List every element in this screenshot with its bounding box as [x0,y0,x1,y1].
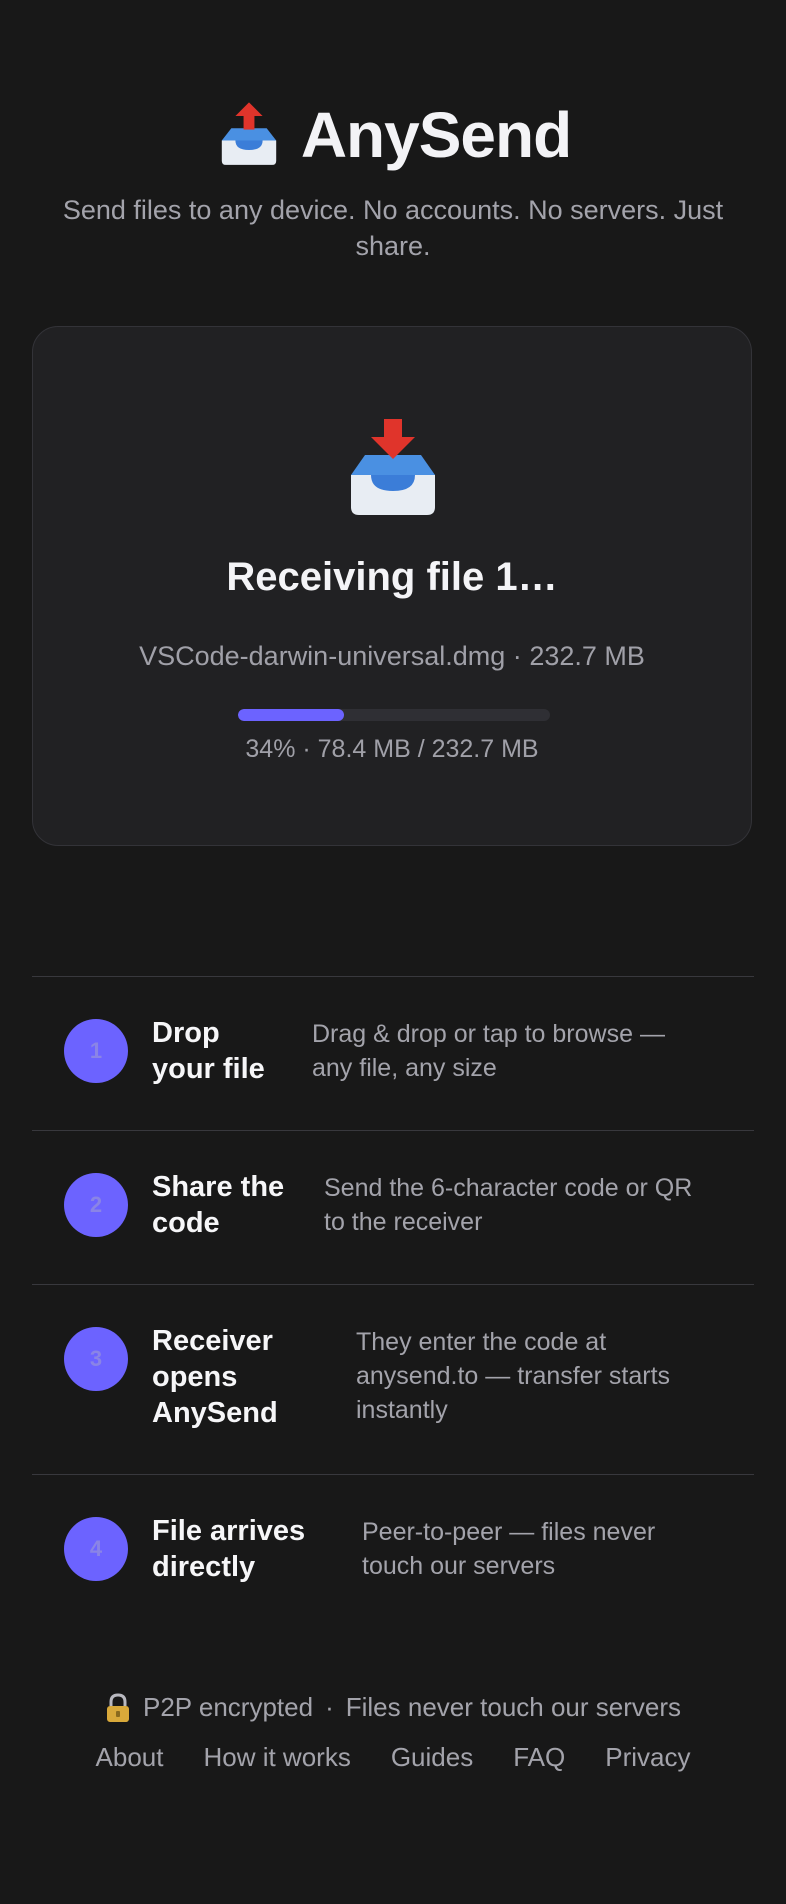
progress-bar [238,709,550,721]
footer-link-privacy[interactable]: Privacy [605,1742,690,1773]
step-receiver-opens: 3 Receiver opens AnySend They enter the … [32,1285,754,1475]
app-title: AnySend [300,99,572,171]
step-title-line: Receiver [152,1325,273,1357]
step-number: 4 [64,1517,128,1581]
separator: · [512,641,522,671]
transfer-card: Receiving file 1… VSCode-darwin-universa… [32,326,752,846]
how-it-works-steps: 1 Drop your file Drag & drop or tap to b… [32,976,754,1629]
step-desc-line: touch our servers [362,1552,556,1580]
step-title-line: Drop [152,1017,220,1049]
step-title-line: Share the [152,1171,285,1203]
transfer-status: Receiving file 1… [226,555,558,599]
header: AnySend Send files to any device. No acc… [0,98,786,264]
lock-icon [105,1692,131,1723]
step-title-line: directly [152,1551,256,1583]
step-desc-line: instantly [356,1396,448,1424]
step-description: They enter the code at anysend.to — tran… [356,1325,670,1427]
step-desc-line: anysend.to — transfer starts [356,1362,671,1390]
step-title-line: code [152,1207,220,1239]
step-description: Peer-to-peer — files never touch our ser… [362,1515,655,1583]
privacy-note: Files never touch our servers [345,1692,681,1722]
step-title-line: AnySend [152,1397,278,1429]
footer-link-guides[interactable]: Guides [391,1742,473,1773]
step-title-line: opens [152,1361,238,1393]
progress-fill [238,709,345,721]
outbox-tray-icon [215,101,283,169]
step-description: Send the 6-character code or QR to the r… [324,1171,692,1239]
inbox-tray-icon [343,419,443,519]
encrypted-label: P2P encrypted [142,1692,314,1722]
footer-link-faq[interactable]: FAQ [513,1742,565,1773]
footer-link-about[interactable]: About [96,1742,164,1773]
file-info: VSCode-darwin-universal.dmg · 232.7 MB [33,641,751,672]
step-desc-line: They enter the code at [356,1328,607,1356]
separator: · [325,1692,334,1722]
step-desc-line: to the receiver [324,1208,483,1236]
step-number: 3 [64,1327,128,1391]
step-title: File arrives directly [152,1513,305,1585]
step-number: 1 [64,1019,128,1083]
step-desc-line: any file, any size [312,1054,497,1082]
step-title-line: your file [152,1053,265,1085]
file-name: VSCode-darwin-universal.dmg [139,641,506,671]
step-desc-line: Peer-to-peer — files never [362,1518,656,1546]
step-desc-line: Send the 6-character code or QR [324,1174,693,1202]
step-file-arrives: 4 File arrives directly Peer-to-peer — f… [32,1475,754,1629]
step-title: Share the code [152,1169,284,1241]
tagline: Send files to any device. No accounts. N… [62,195,724,261]
progress-text: 34% · 78.4 MB / 232.7 MB [245,735,539,763]
footer-nav: About How it works Guides FAQ Privacy [0,1742,786,1773]
step-description: Drag & drop or tap to browse — any file,… [312,1017,665,1085]
step-share-code: 2 Share the code Send the 6-character co… [32,1131,754,1285]
file-size: 232.7 MB [529,641,645,671]
footer-link-how-it-works[interactable]: How it works [203,1742,350,1773]
brand: AnySend [0,98,786,172]
step-title: Receiver opens AnySend [152,1323,278,1431]
step-number: 2 [64,1173,128,1237]
step-title-line: File arrives [152,1515,306,1547]
footer-security-note: P2P encrypted · Files never touch our se… [0,1692,786,1723]
step-drop-file: 1 Drop your file Drag & drop or tap to b… [32,977,754,1131]
step-desc-line: Drag & drop or tap to browse — [312,1020,665,1048]
step-title: Drop your file [152,1015,265,1087]
